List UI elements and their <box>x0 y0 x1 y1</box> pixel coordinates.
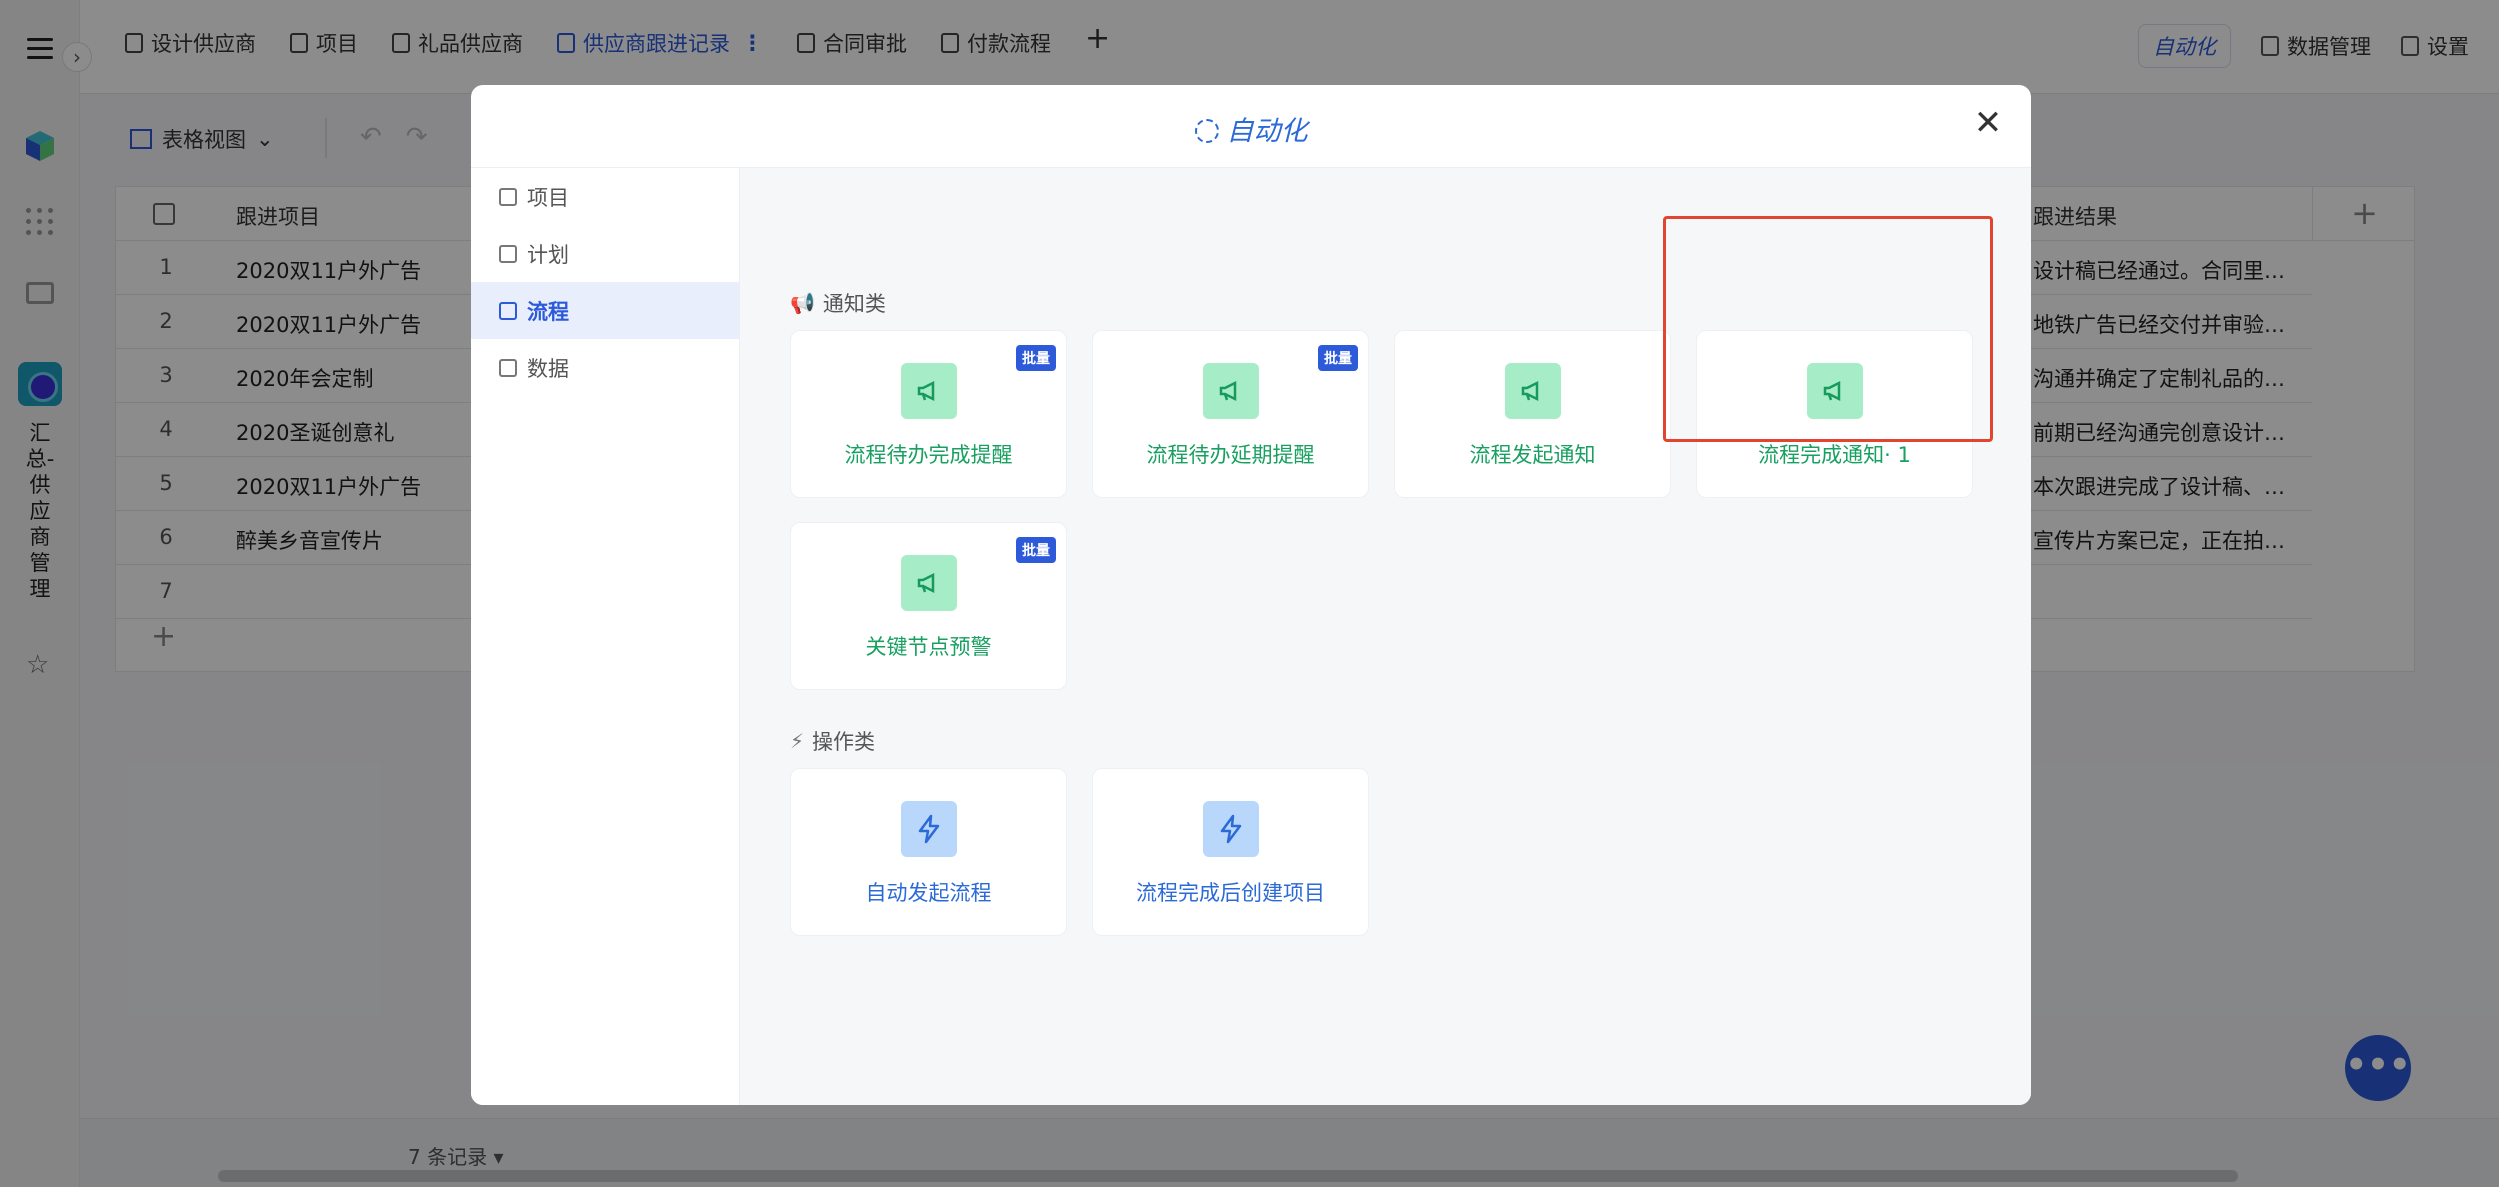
close-icon[interactable]: ✕ <box>1973 106 2003 140</box>
section-label: 通知类 <box>822 292 886 316</box>
section-label: 操作类 <box>812 730 876 754</box>
card-todo-delay-reminder[interactable]: 批量 流程待办延期提醒 <box>1092 330 1369 498</box>
modal-nav-project[interactable]: 项目 <box>471 168 739 225</box>
flow-icon <box>499 301 517 320</box>
nav-label: 计划 <box>527 242 569 267</box>
lightning-icon <box>901 801 957 857</box>
card-label: 流程待办完成提醒 <box>844 443 1013 467</box>
lightning-icon <box>1203 801 1259 857</box>
cube-icon <box>499 187 517 206</box>
batch-badge: 批量 <box>1318 345 1358 371</box>
megaphone-icon: 📢 <box>790 291 815 315</box>
section-title-action: ⚡ 操作类 <box>790 726 875 756</box>
kanban-icon <box>499 244 517 263</box>
doc-icon <box>499 358 517 377</box>
automation-icon <box>1194 119 1219 143</box>
card-label: 流程完成后创建项目 <box>1136 881 1325 905</box>
card-create-project-after-flow[interactable]: 流程完成后创建项目 <box>1092 768 1369 936</box>
modal-header: 自动化 ✕ <box>471 85 2031 168</box>
card-flow-start-notify[interactable]: 流程发起通知 <box>1394 330 1671 498</box>
modal-title-text: 自动化 <box>1226 116 1308 147</box>
nav-label: 流程 <box>527 299 569 324</box>
batch-badge: 批量 <box>1016 345 1056 371</box>
card-todo-complete-reminder[interactable]: 批量 流程待办完成提醒 <box>790 330 1067 498</box>
highlight-annotation <box>1663 216 1993 442</box>
card-label: 流程待办延期提醒 <box>1146 443 1315 467</box>
lightning-icon: ⚡ <box>790 729 805 753</box>
modal-title: 自动化 <box>471 109 2031 148</box>
card-label: 流程完成通知· 1 <box>1758 443 1911 467</box>
modal-nav-data[interactable]: 数据 <box>471 339 739 396</box>
section-title-notify: 📢 通知类 <box>790 288 886 318</box>
megaphone-icon <box>901 555 957 611</box>
megaphone-icon <box>1505 363 1561 419</box>
card-auto-start-flow[interactable]: 自动发起流程 <box>790 768 1067 936</box>
card-label: 自动发起流程 <box>865 881 992 905</box>
megaphone-icon <box>1203 363 1259 419</box>
nav-label: 数据 <box>527 356 569 381</box>
modal-nav-flow[interactable]: 流程 <box>471 282 739 339</box>
modal-nav-plan[interactable]: 计划 <box>471 225 739 282</box>
modal-sidebar: 项目 计划 流程 数据 <box>471 168 740 1105</box>
nav-label: 项目 <box>527 185 569 210</box>
batch-badge: 批量 <box>1016 537 1056 563</box>
card-key-node-warning[interactable]: 批量 关键节点预警 <box>790 522 1067 690</box>
card-label: 流程发起通知 <box>1469 443 1596 467</box>
megaphone-icon <box>901 363 957 419</box>
card-label: 关键节点预警 <box>865 635 992 659</box>
